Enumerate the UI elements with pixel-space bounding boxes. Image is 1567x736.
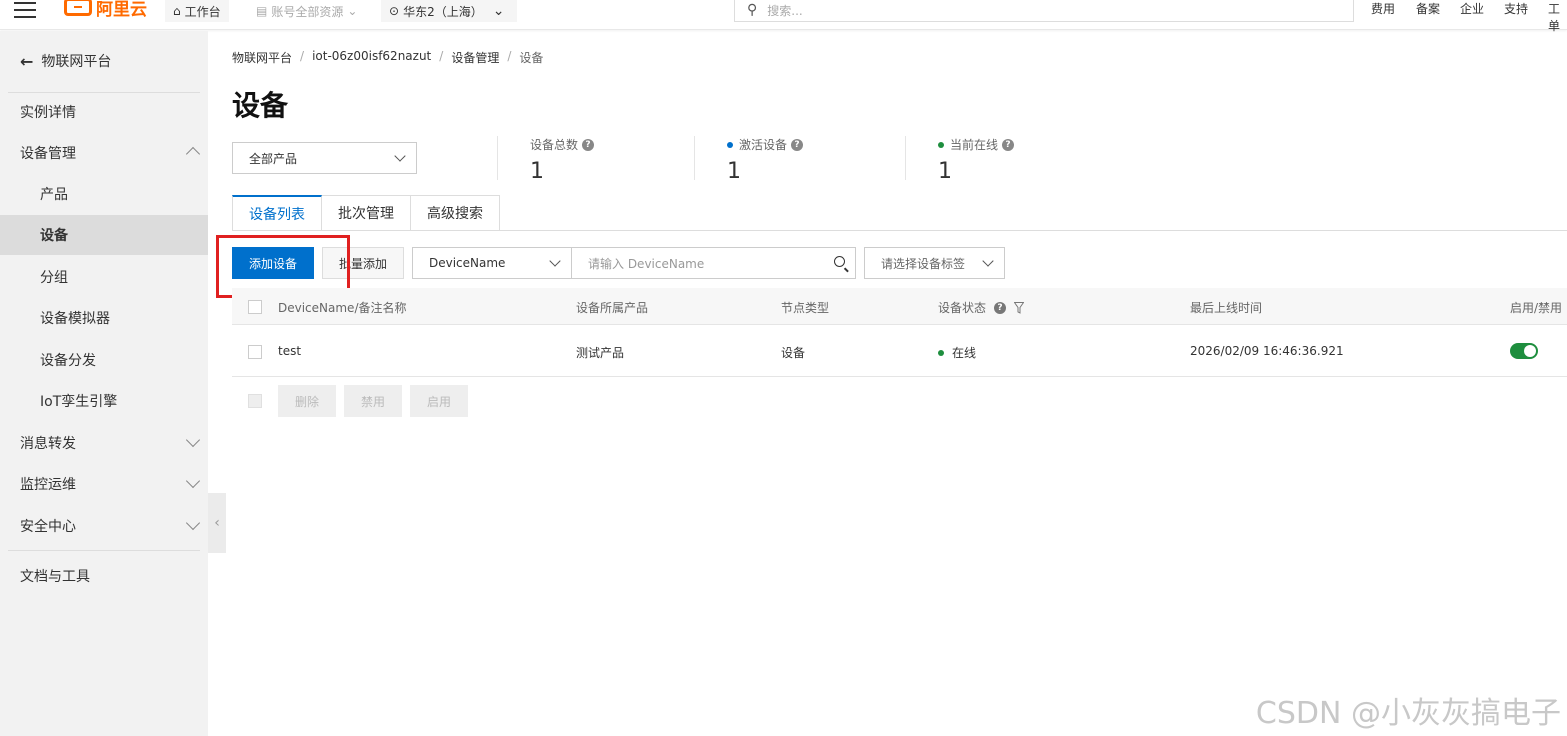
search-icon[interactable] (834, 256, 845, 267)
sidebar-item-device-distribution[interactable]: 设备分发 (0, 340, 208, 380)
sidebar-item-device-management[interactable]: 设备管理 (0, 133, 208, 173)
online-dot (938, 349, 944, 356)
device-status: 在线 (938, 344, 976, 361)
device-last-online: 2026/02/09 16:46:36.921 (1190, 344, 1344, 358)
tab-advanced-search[interactable]: 高级搜索 (411, 195, 500, 231)
tabs-underline (232, 230, 1567, 231)
tab-bar: 设备列表 批次管理 高级搜索 (232, 195, 500, 231)
chevron-left-icon: ‹ (214, 515, 220, 531)
sidebar-item-devices[interactable]: 设备 (0, 215, 208, 255)
status-dot (938, 141, 944, 148)
sidebar-item-docs-tools[interactable]: 文档与工具 (0, 556, 208, 596)
chevron-up-icon (185, 146, 201, 162)
column-header-status: 设备状态 ? (938, 299, 1025, 316)
sidebar-collapse-handle[interactable]: ‹ (208, 493, 226, 553)
sidebar-item-device-simulator[interactable]: 设备模拟器 (0, 298, 208, 338)
home-icon: ⌂ (173, 4, 181, 18)
page-title: 设备 (232, 89, 289, 122)
device-name-link[interactable]: test (278, 344, 301, 358)
device-product: 测试产品 (576, 346, 625, 360)
chevron-down-icon (549, 255, 561, 267)
sidebar-item-monitoring[interactable]: 监控运维 (0, 464, 208, 504)
search-icon: ⚲ (747, 2, 758, 18)
status-dot (727, 141, 733, 148)
tab-batch-management[interactable]: 批次管理 (322, 195, 411, 231)
device-node-type: 设备 (781, 346, 806, 360)
chevron-down-icon (185, 473, 201, 489)
tab-device-list[interactable]: 设备列表 (232, 195, 322, 231)
chevron-down-icon (185, 515, 201, 531)
stat-total-devices: 设备总数? 1 (530, 136, 595, 184)
arrow-left-icon: ← (20, 51, 34, 71)
global-search-input[interactable]: ⚲ 搜索... (734, 0, 1354, 22)
sidebar-item-security-center[interactable]: 安全中心 (0, 506, 208, 546)
stat-divider (497, 136, 498, 180)
sidebar-divider (8, 550, 200, 551)
account-resources-selector[interactable]: ▤ 账号全部资源 ⌄ (248, 0, 366, 22)
chevron-down-icon: ⌄ (492, 3, 505, 19)
enable-toggle[interactable] (1510, 343, 1538, 359)
watermark: CSDN @小灰灰搞电子 (1255, 696, 1561, 731)
column-header-device-name: DeviceName/备注名称 (278, 301, 407, 315)
disable-button[interactable]: 禁用 (344, 385, 402, 417)
top-link-enterprise[interactable]: 企业 (1460, 0, 1484, 17)
grid-icon: ▤ (256, 4, 268, 18)
sidebar-item-message-forwarding[interactable]: 消息转发 (0, 423, 208, 463)
stat-online-devices: 当前在线? 1 (938, 136, 1015, 184)
back-to-iot-platform[interactable]: ← 物联网平台 (20, 51, 111, 71)
help-icon[interactable]: ? (994, 301, 1007, 314)
delete-button[interactable]: 删除 (278, 385, 336, 417)
search-field-select[interactable]: DeviceName (412, 247, 572, 279)
top-bar: 阿里云 ⌂ 工作台 ▤ 账号全部资源 ⌄ ⊙ 华东2（上海） ⌄ ⚲ 搜索... 费用 备案… (0, 0, 1567, 33)
region-selector[interactable]: ⊙ 华东2（上海） ⌄ (381, 0, 517, 22)
top-link-tickets[interactable]: 工单 (1548, 0, 1567, 34)
table-header: DeviceName/备注名称 设备所属产品 节点类型 设备状态 ? 最后上线时… (232, 288, 1567, 325)
breadcrumb-current: 设备 (519, 51, 544, 65)
top-link-support[interactable]: 支持 (1504, 0, 1528, 17)
top-link-filing[interactable]: 备案 (1416, 0, 1440, 17)
breadcrumb-item[interactable]: 设备管理 (451, 49, 499, 66)
top-link-fees[interactable]: 费用 (1371, 0, 1395, 17)
sidebar: ← 物联网平台 实例详情 设备管理 产品 设备 分组 设备模拟器 设备分发 IoT… (0, 31, 208, 736)
column-header-product: 设备所属产品 (576, 301, 649, 315)
product-filter-select[interactable]: 全部产品 (232, 142, 417, 174)
column-header-node-type: 节点类型 (781, 301, 830, 315)
workbench-button[interactable]: ⌂ 工作台 (165, 0, 229, 22)
help-icon[interactable]: ? (791, 138, 804, 151)
breadcrumb-item[interactable]: 物联网平台 (232, 49, 292, 66)
enable-button[interactable]: 启用 (410, 385, 468, 417)
breadcrumb-item[interactable]: iot-06z00isf62nazut (312, 49, 431, 66)
location-icon: ⊙ (389, 4, 400, 18)
breadcrumb: 物联网平台 / iot-06z00isf62nazut / 设备管理 / 设备 (232, 49, 544, 66)
aliyun-logo[interactable]: 阿里云 (64, 0, 147, 20)
sidebar-item-instance-details[interactable]: 实例详情 (0, 92, 208, 132)
column-header-enable-disable: 启用/禁用 (1510, 301, 1563, 315)
stat-divider (694, 136, 695, 180)
sidebar-item-iot-twin-engine[interactable]: IoT孪生引擎 (0, 381, 208, 421)
chevron-down-icon (982, 255, 994, 267)
help-icon[interactable]: ? (1002, 138, 1015, 151)
bulk-select-checkbox[interactable] (248, 394, 262, 408)
sidebar-item-products[interactable]: 产品 (0, 174, 208, 214)
filter-icon[interactable] (1014, 301, 1025, 314)
row-checkbox[interactable] (248, 345, 262, 359)
chevron-down-icon (185, 432, 201, 448)
chevron-down-icon (394, 150, 406, 162)
table-row: test 测试产品 设备 在线 2026/02/09 16:46:36.921 (232, 325, 1567, 377)
device-name-search-input[interactable]: 请输入 DeviceName (571, 247, 856, 279)
stat-activated-devices: 激活设备? 1 (727, 136, 804, 184)
help-icon[interactable]: ? (582, 138, 595, 151)
sidebar-item-groups[interactable]: 分组 (0, 257, 208, 297)
device-tag-select[interactable]: 请选择设备标签 (864, 247, 1005, 279)
stat-divider (905, 136, 906, 180)
select-all-checkbox[interactable] (248, 300, 262, 314)
menu-icon[interactable] (14, 2, 36, 18)
column-header-last-online: 最后上线时间 (1190, 301, 1263, 315)
